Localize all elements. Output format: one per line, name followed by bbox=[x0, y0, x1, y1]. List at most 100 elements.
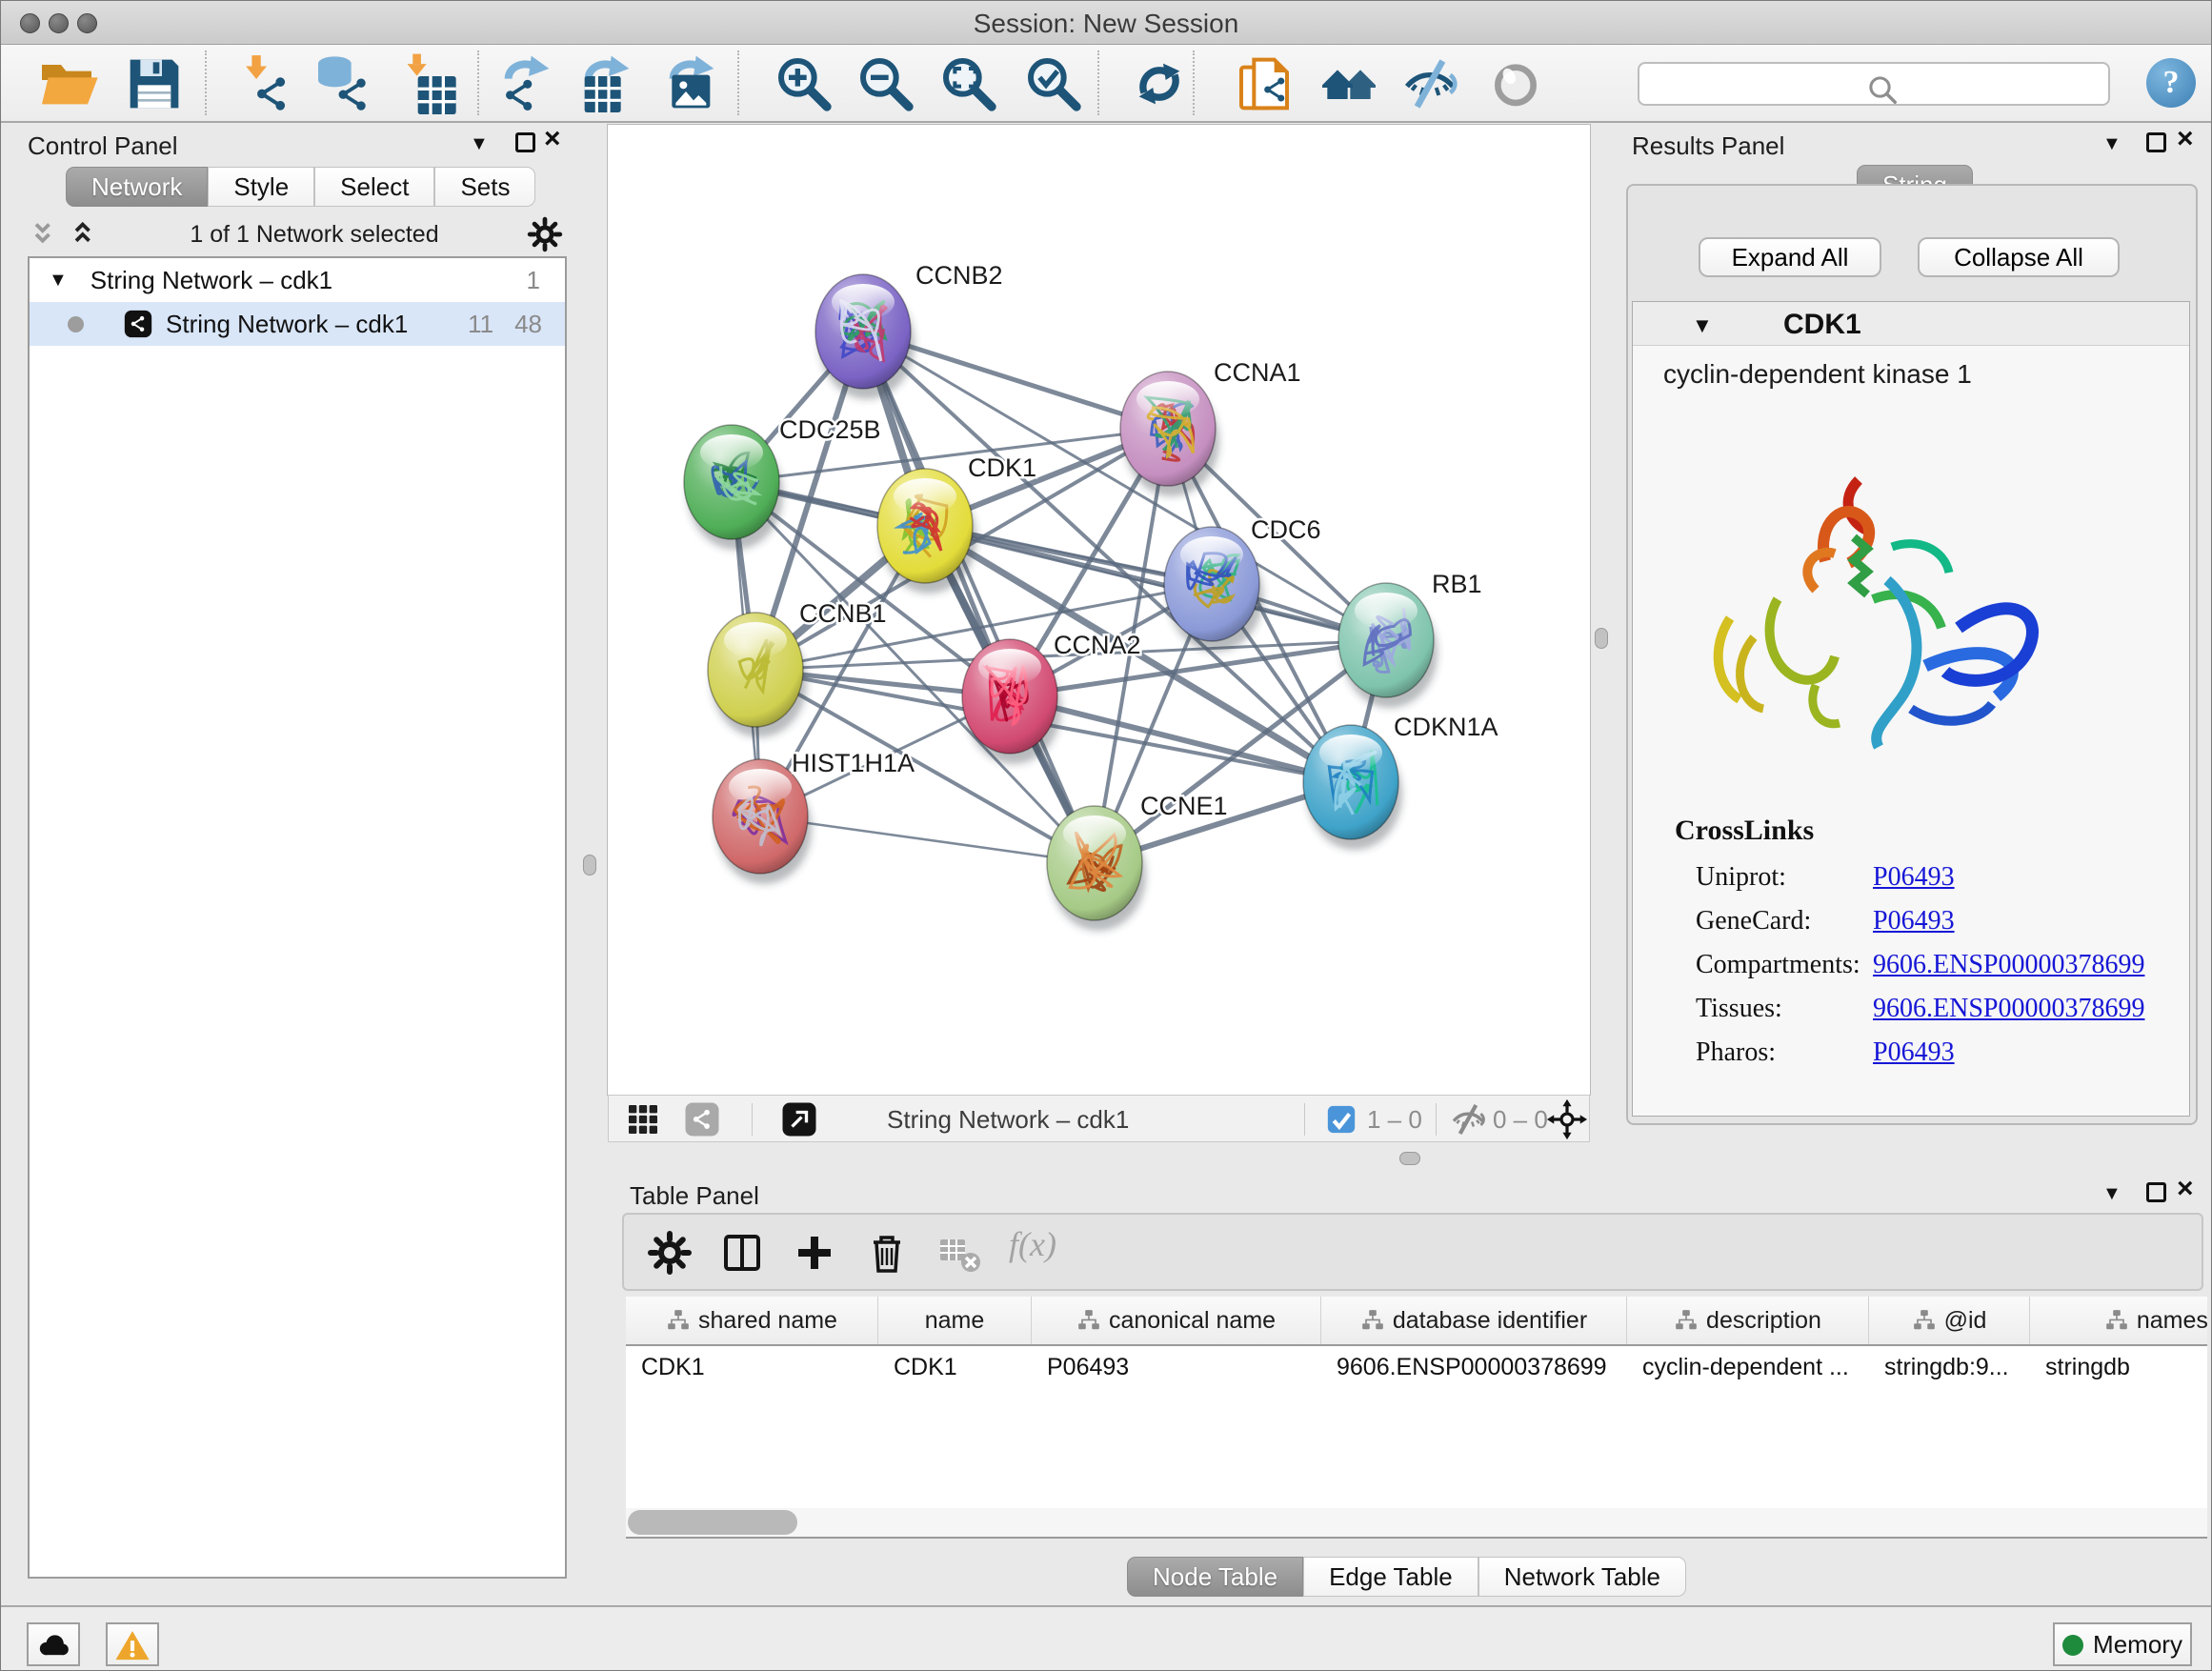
tab-network[interactable]: Network bbox=[66, 167, 208, 207]
export-network-button[interactable] bbox=[497, 53, 560, 114]
node-CCNB1[interactable] bbox=[708, 613, 807, 737]
delete-column-icon[interactable] bbox=[864, 1230, 910, 1276]
help-button[interactable]: ? bbox=[2146, 58, 2196, 108]
zoom-in-button[interactable] bbox=[773, 53, 835, 114]
column-header-name[interactable]: name bbox=[878, 1297, 1032, 1344]
cloud-status-button[interactable] bbox=[27, 1622, 80, 1666]
column-header-canonical-name[interactable]: canonical name bbox=[1032, 1297, 1321, 1344]
node-CCNE1[interactable] bbox=[1047, 806, 1146, 931]
import-table-from-file-button[interactable] bbox=[395, 53, 458, 114]
expand-all-button[interactable]: Expand All bbox=[1699, 237, 1881, 277]
column-header-namespace[interactable]: namespace bbox=[2030, 1297, 2207, 1344]
search-box[interactable] bbox=[1638, 62, 2110, 106]
export-image-button[interactable] bbox=[662, 53, 725, 114]
table-cell[interactable]: stringdb:9... bbox=[1869, 1346, 2030, 1388]
control-panel-maximize-icon[interactable] bbox=[515, 132, 535, 152]
table-cell[interactable]: CDK1 bbox=[878, 1346, 1032, 1388]
tab-edge-table[interactable]: Edge Table bbox=[1303, 1557, 1478, 1597]
network-tree-row[interactable]: ▼ String Network – cdk1 1 bbox=[30, 258, 565, 302]
crosslink-label: Tissues: bbox=[1696, 994, 1782, 1024]
right-splitter-handle[interactable] bbox=[1595, 628, 1608, 649]
control-panel-float-icon[interactable]: ▼ bbox=[470, 134, 489, 153]
import-network-from-database-button[interactable] bbox=[310, 53, 372, 114]
zoom-out-button[interactable] bbox=[855, 53, 917, 114]
table-panel-float-icon[interactable]: ▼ bbox=[2102, 1184, 2122, 1203]
scrollbar-thumb[interactable] bbox=[628, 1510, 797, 1535]
crosslink-value-link[interactable]: 9606.ENSP00000378699 bbox=[1873, 994, 2144, 1024]
show-columns-icon[interactable] bbox=[719, 1230, 765, 1276]
edge-CCNB2-CCNE1[interactable] bbox=[863, 332, 1095, 863]
expand-all-networks-icon[interactable] bbox=[68, 217, 102, 252]
fit-selected-icon[interactable] bbox=[1546, 1098, 1588, 1140]
column-header--id[interactable]: @id bbox=[1869, 1297, 2030, 1344]
table-horizontal-scrollbar[interactable] bbox=[626, 1508, 2207, 1537]
tab-style[interactable]: Style bbox=[208, 167, 314, 207]
node-CCNB2[interactable] bbox=[815, 274, 915, 399]
collapse-all-networks-icon[interactable] bbox=[28, 217, 62, 252]
node-HIST1H1A[interactable] bbox=[713, 759, 812, 884]
node-CCNA2[interactable] bbox=[962, 639, 1061, 764]
node-CDC6[interactable] bbox=[1164, 527, 1263, 652]
results-panel-title: Results Panel bbox=[1632, 131, 1784, 161]
table-row[interactable]: CDK1CDK1P064939606.ENSP00000378699cyclin… bbox=[626, 1346, 2207, 1388]
table-cell[interactable]: stringdb bbox=[2030, 1346, 2207, 1388]
left-splitter-handle[interactable] bbox=[583, 855, 596, 876]
node-RB1[interactable] bbox=[1338, 583, 1438, 708]
network-canvas[interactable]: CCNB2CCNA1CDC25BCDK1CDC6RB1CCNB1CCNA2CDK… bbox=[608, 125, 1590, 1095]
tab-node-table[interactable]: Node Table bbox=[1127, 1557, 1303, 1597]
selected-nodes-checkbox[interactable] bbox=[1325, 1103, 1357, 1136]
zoom-selected-button[interactable] bbox=[1022, 53, 1085, 114]
show-grid-icon[interactable] bbox=[624, 1100, 662, 1138]
tab-sets[interactable]: Sets bbox=[434, 167, 535, 207]
hidden-eye-icon[interactable] bbox=[1449, 1100, 1487, 1138]
hide-graphics-details-button[interactable] bbox=[1398, 53, 1461, 114]
results-panel-close-icon[interactable]: × bbox=[2177, 125, 2194, 153]
table-cell[interactable]: 9606.ENSP00000378699 bbox=[1321, 1346, 1627, 1388]
control-panel-close-icon[interactable]: × bbox=[544, 125, 561, 153]
table-cell[interactable]: cyclin-dependent ... bbox=[1627, 1346, 1869, 1388]
node-CDKN1A[interactable] bbox=[1303, 725, 1402, 850]
column-header-description[interactable]: description bbox=[1627, 1297, 1869, 1344]
column-header-database-identifier[interactable]: database identifier bbox=[1321, 1297, 1627, 1344]
table-cell[interactable]: P06493 bbox=[1032, 1346, 1321, 1388]
results-panel-maximize-icon[interactable] bbox=[2146, 132, 2166, 152]
node-CCNA1[interactable] bbox=[1120, 372, 1219, 496]
memory-button[interactable]: Memory bbox=[2053, 1622, 2192, 1666]
edge-count: 48 bbox=[514, 310, 542, 339]
tab-select[interactable]: Select bbox=[314, 167, 434, 207]
table-options-gear-icon[interactable] bbox=[647, 1230, 693, 1276]
add-column-icon[interactable] bbox=[792, 1230, 837, 1276]
detach-view-icon[interactable] bbox=[780, 1100, 818, 1138]
gene-card-header[interactable]: ▼ CDK1 bbox=[1633, 302, 2189, 346]
collapse-all-button[interactable]: Collapse All bbox=[1918, 237, 2120, 277]
search-input[interactable] bbox=[1685, 66, 2095, 102]
save-session-button[interactable] bbox=[123, 53, 186, 114]
crosslink-value-link[interactable]: P06493 bbox=[1873, 1037, 1955, 1068]
show-home-panel-button[interactable] bbox=[1317, 53, 1380, 114]
table-panel-close-icon[interactable]: × bbox=[2177, 1175, 2194, 1203]
node-CDK1[interactable] bbox=[877, 469, 976, 594]
network-tree-row[interactable]: String Network – cdk1 11 48 bbox=[30, 302, 565, 346]
network-overview-icon[interactable] bbox=[683, 1100, 721, 1138]
collection-expand-icon[interactable]: ▼ bbox=[49, 270, 68, 292]
crosslink-value-link[interactable]: P06493 bbox=[1873, 906, 1955, 936]
clone-network-button[interactable] bbox=[1233, 53, 1296, 114]
toolbar-separator bbox=[205, 50, 207, 115]
network-options-gear-icon[interactable] bbox=[527, 216, 563, 252]
warnings-button[interactable] bbox=[106, 1622, 159, 1666]
table-panel-maximize-icon[interactable] bbox=[2146, 1182, 2166, 1202]
refresh-view-button[interactable] bbox=[1128, 53, 1191, 114]
export-table-button[interactable] bbox=[577, 53, 640, 114]
results-panel-float-icon[interactable]: ▼ bbox=[2102, 134, 2122, 153]
birds-eye-view-button[interactable] bbox=[1484, 53, 1547, 114]
crosslink-value-link[interactable]: P06493 bbox=[1873, 862, 1955, 893]
table-cell[interactable]: CDK1 bbox=[626, 1346, 878, 1388]
tab-network-table[interactable]: Network Table bbox=[1478, 1557, 1686, 1597]
zoom-fit-content-button[interactable] bbox=[937, 53, 1000, 114]
gene-collapse-icon[interactable]: ▼ bbox=[1692, 315, 1713, 336]
bottom-splitter-handle[interactable] bbox=[1399, 1152, 1420, 1165]
crosslink-value-link[interactable]: 9606.ENSP00000378699 bbox=[1873, 950, 2144, 980]
open-session-button[interactable] bbox=[37, 53, 100, 114]
column-header-shared-name[interactable]: shared name bbox=[626, 1297, 878, 1344]
import-network-from-file-button[interactable] bbox=[231, 53, 293, 114]
